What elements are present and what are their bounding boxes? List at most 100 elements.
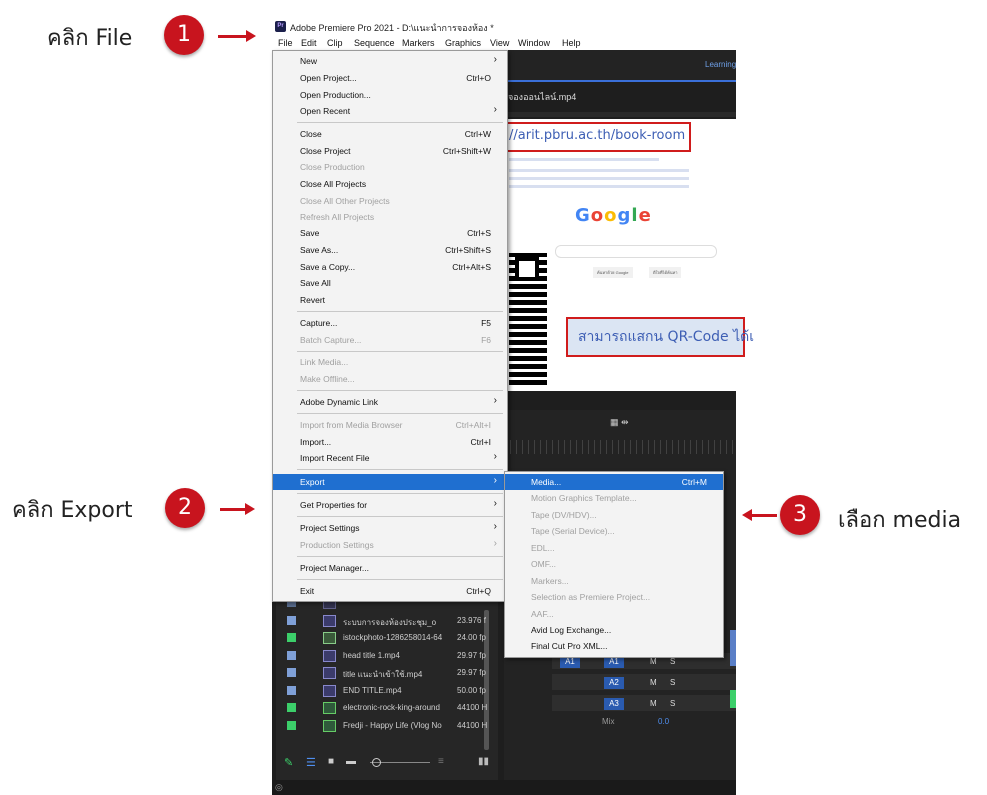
menu-item-close-project[interactable]: Close Project Ctrl+Shift+W xyxy=(273,143,507,159)
step1-badge: 1 xyxy=(164,15,204,55)
playhead-controls-icon[interactable]: ▦ ⇹ xyxy=(610,417,629,428)
project-row[interactable]: istockphoto-1286258014-64 24.00 fp xyxy=(283,629,491,646)
project-row[interactable]: END TITLE.mp4 50.00 fp xyxy=(283,682,491,699)
menu-sequence[interactable]: Sequence xyxy=(354,38,395,48)
menu-item-save-all[interactable]: Save All xyxy=(273,275,507,291)
menu-item-project-manager[interactable]: Project Manager... xyxy=(273,560,507,576)
menu-item-label: Close xyxy=(300,129,322,139)
list-view-icon[interactable]: ☰ xyxy=(306,756,316,769)
zoom-slider-handle[interactable] xyxy=(372,758,381,767)
menu-item-production-settings: Production Settings › xyxy=(273,537,507,553)
menu-item-close[interactable]: Close Ctrl+W xyxy=(273,126,507,142)
menu-item-get-properties-for[interactable]: Get Properties for › xyxy=(273,497,507,513)
menu-item-label: Tape (DV/HDV)... xyxy=(531,510,597,520)
icon-view-icon[interactable]: ■ xyxy=(328,756,334,767)
audio-clip-blue[interactable] xyxy=(730,630,736,666)
menu-item-save-a-copy[interactable]: Save a Copy... Ctrl+Alt+S xyxy=(273,259,507,275)
menu-item-label: Open Recent xyxy=(300,106,351,116)
freeform-view-icon[interactable]: ▬ xyxy=(346,756,356,767)
google-search-box[interactable] xyxy=(555,245,717,258)
project-row[interactable]: ระบบการจองห้องประชุม_o 23.976 f xyxy=(283,612,491,629)
new-bin-icon[interactable]: ▮▮ xyxy=(478,756,489,767)
label-swatch xyxy=(287,721,296,730)
learning-tab[interactable]: Learning xyxy=(705,60,736,69)
menu-item-open-project[interactable]: Open Project... Ctrl+O xyxy=(273,70,507,86)
step3-badge: 3 xyxy=(780,495,820,535)
menu-window[interactable]: Window xyxy=(518,38,550,48)
menu-item-adobe-dynamic-link[interactable]: Adobe Dynamic Link › xyxy=(273,394,507,410)
menu-help[interactable]: Help xyxy=(562,38,581,48)
menu-item-import-recent-file[interactable]: Import Recent File › xyxy=(273,450,507,466)
program-tab[interactable]: จองออนไลน์.mp4 xyxy=(508,90,576,104)
track-a2-label[interactable]: A2 xyxy=(604,677,624,689)
menu-item-avid-log-exchange[interactable]: Avid Log Exchange... xyxy=(505,622,723,638)
file-fps: 29.97 fp xyxy=(457,668,486,677)
video-clip-icon xyxy=(323,650,336,662)
google-search-button[interactable]: ค้นหาด้วย Google xyxy=(593,267,633,278)
project-row[interactable]: title แนะนำเข้าใช้.mp4 29.97 fp xyxy=(283,664,491,681)
menu-item-export-media[interactable]: Media... Ctrl+M xyxy=(505,474,723,490)
project-row[interactable]: head title 1.mp4 29.97 fp xyxy=(283,647,491,664)
project-row[interactable]: electronic-rock-king-around 44100 H xyxy=(283,699,491,716)
window-title: Adobe Premiere Pro 2021 - D:\แนะนำการจอง… xyxy=(290,23,494,33)
track-a3-label[interactable]: A3 xyxy=(604,698,624,710)
menu-item-label: Import... xyxy=(300,437,332,447)
menu-graphics[interactable]: Graphics xyxy=(445,38,481,48)
menu-item-label: Production Settings xyxy=(300,540,374,550)
menu-item-label: Close All Projects xyxy=(300,179,367,189)
menu-item-final-cut-pro-xml[interactable]: Final Cut Pro XML... xyxy=(505,638,723,654)
menu-item-revert[interactable]: Revert xyxy=(273,292,507,308)
menu-clip[interactable]: Clip xyxy=(327,38,343,48)
audio-clip-green[interactable] xyxy=(730,690,736,708)
shortcut: Ctrl+I xyxy=(470,437,491,447)
google-lucky-button[interactable]: ดีใจที่ได้ค้นหา xyxy=(649,267,682,278)
track-a1-solo[interactable]: S xyxy=(670,657,675,666)
menu-item-import[interactable]: Import... Ctrl+I xyxy=(273,434,507,450)
shortcut: Ctrl+Shift+W xyxy=(442,146,491,156)
menu-item-label: Close All Other Projects xyxy=(300,196,390,206)
menu-item-import-from-media-browser: Import from Media Browser Ctrl+Alt+I xyxy=(273,417,507,433)
link-line xyxy=(509,177,689,180)
menu-item-project-settings[interactable]: Project Settings › xyxy=(273,520,507,536)
shortcut: F5 xyxy=(481,318,491,328)
track-a2-solo[interactable]: S xyxy=(670,678,675,687)
track-a3-mute[interactable]: M xyxy=(650,699,657,708)
file-fps: 50.00 fp xyxy=(457,686,486,695)
track-a3-solo[interactable]: S xyxy=(670,699,675,708)
menu-item-close-all-projects[interactable]: Close All Projects xyxy=(273,176,507,192)
menu-item-label: Save As... xyxy=(300,245,339,255)
menu-item-export[interactable]: Export › xyxy=(273,474,507,490)
track-a2-mute[interactable]: M xyxy=(650,678,657,687)
menu-item-label: Revert xyxy=(300,295,326,305)
link-line xyxy=(509,169,689,172)
step2-arrow xyxy=(220,503,255,515)
menu-item-open-production[interactable]: Open Production... xyxy=(273,87,507,103)
mix-value[interactable]: 0.0 xyxy=(658,717,669,726)
track-a1-mute[interactable]: M xyxy=(650,657,657,666)
menu-markers[interactable]: Markers xyxy=(402,38,435,48)
menu-separator xyxy=(297,579,503,580)
file-name: END TITLE.mp4 xyxy=(343,686,402,695)
menu-item-label: Close Production xyxy=(300,162,365,172)
menu-item-label: Exit xyxy=(300,586,315,596)
label-swatch xyxy=(287,686,296,695)
menu-file[interactable]: File xyxy=(278,38,293,48)
file-name: electronic-rock-king-around xyxy=(343,703,440,712)
pencil-icon[interactable]: ✎ xyxy=(284,756,293,769)
project-row[interactable]: Fredji - Happy Life (Vlog No 44100 H xyxy=(283,717,491,734)
menu-view[interactable]: View xyxy=(490,38,509,48)
menu-item-open-recent[interactable]: Open Recent › xyxy=(273,103,507,119)
menu-item-save-as[interactable]: Save As... Ctrl+Shift+S xyxy=(273,242,507,258)
menu-item-save[interactable]: Save Ctrl+S xyxy=(273,225,507,241)
menu-item-exit[interactable]: Exit Ctrl+Q xyxy=(273,583,507,599)
file-fps: 44100 H xyxy=(457,703,488,712)
file-name: Fredji - Happy Life (Vlog No xyxy=(343,721,442,730)
menu-item-new[interactable]: New › xyxy=(273,53,507,69)
menu-edit[interactable]: Edit xyxy=(301,38,317,48)
menu-item-label: Batch Capture... xyxy=(300,335,362,345)
menu-item-label: Avid Log Exchange... xyxy=(531,625,612,635)
menu-item-omf: OMF... xyxy=(505,556,723,572)
sort-icon[interactable]: ≡ xyxy=(438,756,444,767)
menu-item-capture[interactable]: Capture... F5 xyxy=(273,315,507,331)
menu-item-label: Save xyxy=(300,228,320,238)
